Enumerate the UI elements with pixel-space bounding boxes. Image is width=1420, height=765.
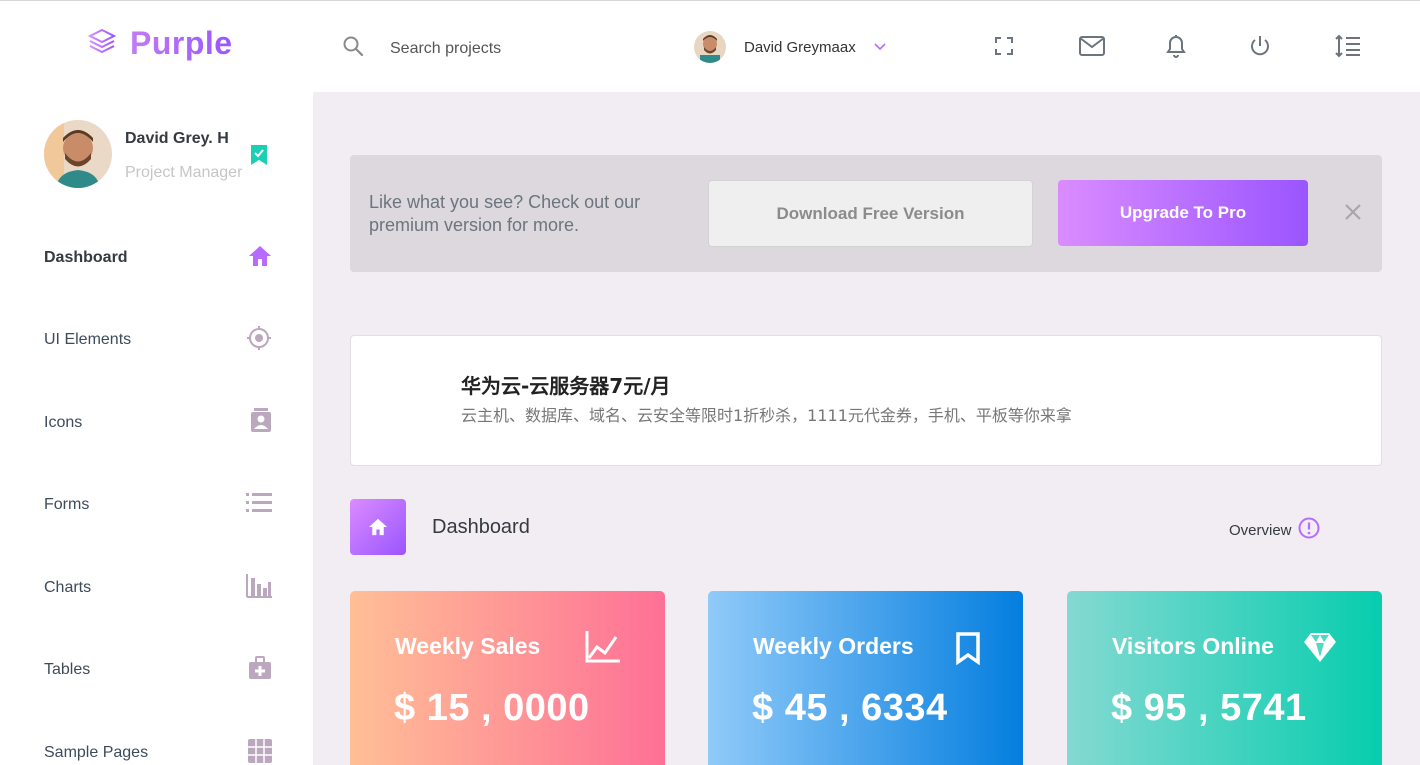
close-icon[interactable] xyxy=(1344,203,1362,226)
sidebar-item-label: Icons xyxy=(44,414,83,431)
stat-value: $ 45 , 6334 xyxy=(752,687,948,729)
sidebar-item-forms[interactable]: Forms xyxy=(44,490,272,520)
page-title: Dashboard xyxy=(432,516,530,538)
sidebar-item-label: Tables xyxy=(44,661,91,678)
stat-card-weekly-sales[interactable]: Weekly Sales $ 15 , 0000 xyxy=(350,591,665,765)
sidebar-item-ui-elements[interactable]: UI Elements xyxy=(44,325,272,355)
avatar xyxy=(44,120,112,188)
diamond-icon xyxy=(1303,631,1337,668)
stat-title: Weekly Orders xyxy=(753,633,914,659)
ad-title: 华为云-云服务器7元/月 xyxy=(461,374,671,398)
grid-icon xyxy=(248,738,272,765)
profile-name: David Grey. H xyxy=(125,130,229,147)
download-free-button[interactable]: Download Free Version xyxy=(708,180,1033,247)
bookmark-icon xyxy=(955,631,981,670)
brand-name: Purple xyxy=(130,25,233,61)
sidebar-item-sample-pages[interactable]: Sample Pages xyxy=(44,738,272,765)
page-header-home-icon xyxy=(350,499,406,555)
avatar xyxy=(694,31,726,63)
ad-subtitle: 云主机、数据库、域名、云安全等限时1折秒杀，1111元代金券，手机、平板等你来拿 xyxy=(461,406,1072,425)
overview-link[interactable]: Overview xyxy=(1229,517,1320,543)
bell-icon[interactable] xyxy=(1161,31,1191,61)
top-navbar: Purple Search projects David Greymaax xyxy=(0,0,1420,92)
list-icon xyxy=(246,492,272,519)
stat-value: $ 15 , 0000 xyxy=(394,687,590,729)
search-input[interactable]: Search projects xyxy=(390,40,501,58)
search-icon xyxy=(342,35,364,62)
fullscreen-icon[interactable] xyxy=(989,31,1019,61)
upgrade-pro-button[interactable]: Upgrade To Pro xyxy=(1058,180,1308,246)
ad-card[interactable]: 华为云-云服务器7元/月 云主机、数据库、域名、云安全等限时1折秒杀，1111元… xyxy=(350,335,1382,466)
user-dropdown[interactable]: David Greymaax xyxy=(694,31,886,63)
banner-text: Like what you see? Check out our premium… xyxy=(369,192,641,235)
home-icon xyxy=(369,518,387,536)
sidebar-item-icons[interactable]: Icons xyxy=(44,407,272,439)
mail-icon[interactable] xyxy=(1077,31,1107,61)
medical-bag-icon xyxy=(248,655,272,685)
sidebar-item-label: Sample Pages xyxy=(44,744,149,761)
sidebar-item-charts[interactable]: Charts xyxy=(44,573,272,603)
chevron-down-icon xyxy=(874,38,886,56)
sidebar: David Grey. H Project Manager Dashboard … xyxy=(0,92,313,765)
sidebar-profile[interactable]: David Grey. H Project Manager xyxy=(44,120,284,190)
stat-card-weekly-orders[interactable]: Weekly Orders $ 45 , 6334 xyxy=(708,591,1023,765)
overview-label: Overview xyxy=(1229,521,1292,539)
sort-lines-icon[interactable] xyxy=(1333,31,1363,61)
bookmark-check-icon xyxy=(250,144,268,171)
layers-icon xyxy=(87,28,117,59)
crosshair-icon xyxy=(246,325,272,356)
sidebar-item-label: Forms xyxy=(44,496,90,513)
search-bar[interactable]: Search projects xyxy=(342,35,501,62)
stat-card-visitors-online[interactable]: Visitors Online $ 95 , 5741 xyxy=(1067,591,1382,765)
stat-title: Visitors Online xyxy=(1112,633,1274,659)
chart-line-icon xyxy=(585,631,621,668)
stat-value: $ 95 , 5741 xyxy=(1111,687,1307,729)
profile-role: Project Manager xyxy=(125,164,243,181)
home-icon xyxy=(248,245,272,272)
user-name: David Greymaax xyxy=(744,38,856,56)
sidebar-item-label: UI Elements xyxy=(44,331,132,348)
stat-title: Weekly Sales xyxy=(395,633,541,659)
alert-circle-icon xyxy=(1298,517,1320,543)
sidebar-item-label: Dashboard xyxy=(44,249,128,266)
sidebar-item-label: Charts xyxy=(44,579,92,596)
power-icon[interactable] xyxy=(1245,31,1275,61)
sidebar-item-tables[interactable]: Tables xyxy=(44,655,272,685)
sidebar-item-dashboard[interactable]: Dashboard xyxy=(44,243,272,273)
bar-chart-icon xyxy=(246,573,272,603)
brand-logo[interactable]: Purple xyxy=(87,25,233,62)
contacts-icon xyxy=(250,407,272,439)
pro-banner: Like what you see? Check out our premium… xyxy=(350,155,1382,272)
